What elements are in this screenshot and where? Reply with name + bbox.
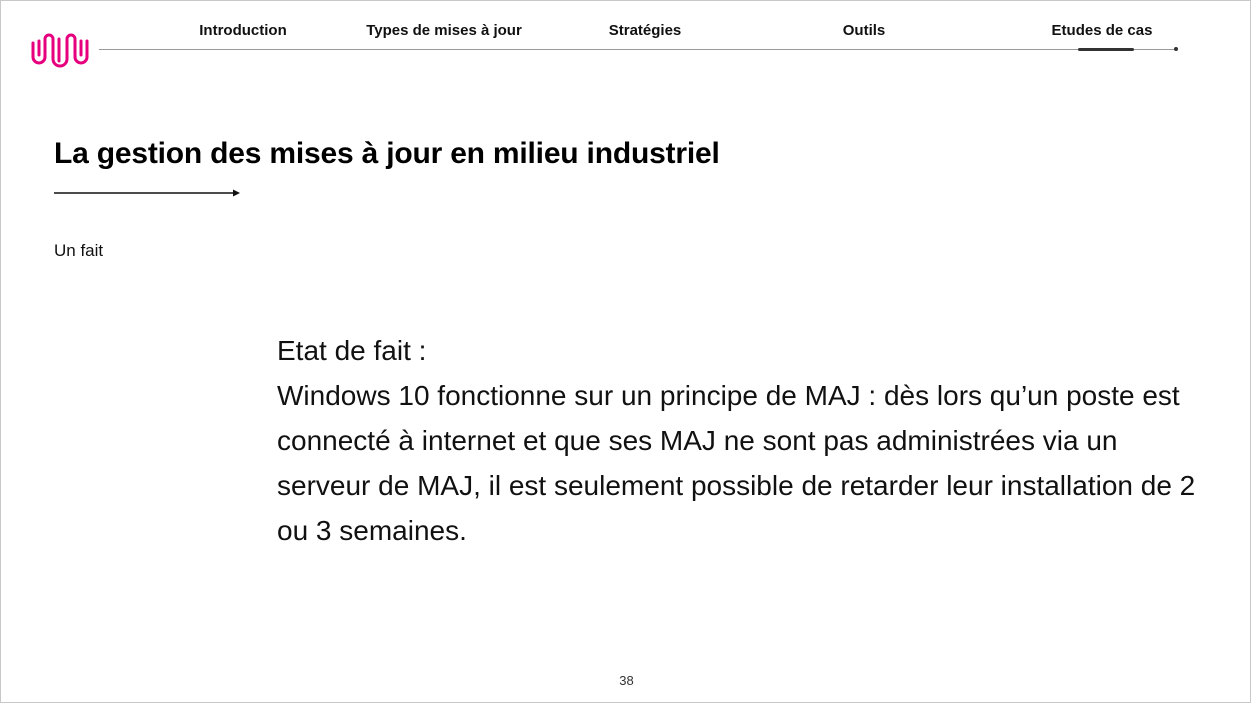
nav-item-etudes-de-cas[interactable]: Etudes de cas	[1052, 22, 1153, 39]
title-underline-arrow-icon	[54, 189, 240, 197]
body-paragraph: Windows 10 fonctionne sur un principe de…	[277, 380, 1196, 546]
body-heading: Etat de fait :	[277, 335, 427, 366]
nav-progress-line	[99, 49, 1177, 50]
nav-active-indicator	[1078, 48, 1134, 51]
nav-end-dot	[1174, 47, 1178, 51]
nav-item-types-de-mises-a-jour[interactable]: Types de mises à jour	[366, 22, 522, 39]
slide-title: La gestion des mises à jour en milieu in…	[54, 137, 720, 170]
page-number: 38	[619, 673, 634, 688]
nav-item-outils[interactable]: Outils	[843, 22, 886, 39]
body-text-block: Etat de fait : Windows 10 fonctionne sur…	[277, 328, 1217, 553]
wave-logo-icon	[31, 33, 89, 68]
section-label: Un fait	[54, 241, 104, 260]
nav-item-strategies[interactable]: Stratégies	[609, 22, 682, 39]
slide: Introduction Types de mises à jour Strat…	[0, 0, 1251, 703]
nav-item-introduction[interactable]: Introduction	[199, 22, 286, 39]
